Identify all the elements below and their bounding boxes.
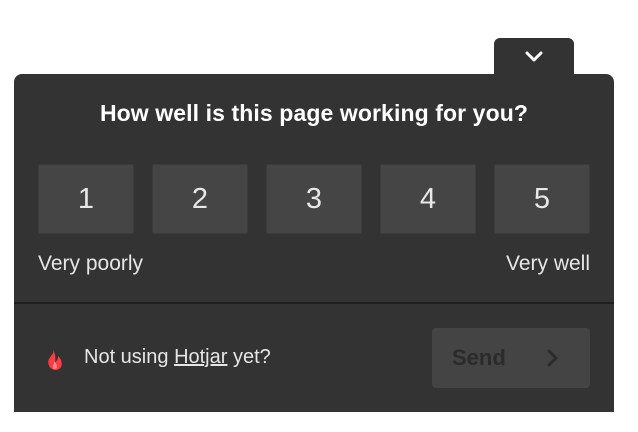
- footer-promo: Not using Hotjar yet?: [84, 346, 271, 369]
- footer-divider: [14, 302, 614, 304]
- chevron-down-icon: [525, 51, 543, 62]
- footer-suffix: yet?: [232, 346, 271, 368]
- rating-button-1[interactable]: 1: [38, 164, 134, 234]
- footer-prefix: Not using: [84, 346, 169, 368]
- scale-high-label: Very well: [505, 252, 590, 275]
- hotjar-link[interactable]: Hotjar: [174, 346, 227, 368]
- hotjar-flame-icon: [48, 349, 62, 370]
- collapse-widget-button[interactable]: [494, 38, 574, 78]
- rating-button-4[interactable]: 4: [380, 164, 476, 234]
- rating-button-2[interactable]: 2: [152, 164, 248, 234]
- rating-scale: 1 2 3 4 5: [38, 164, 590, 234]
- chevron-right-icon: [547, 349, 558, 367]
- send-button[interactable]: Send: [432, 328, 590, 388]
- scale-low-label: Very poorly: [38, 252, 144, 275]
- rating-button-3[interactable]: 3: [266, 164, 362, 234]
- feedback-question: How well is this page working for you?: [99, 100, 529, 126]
- rating-button-5[interactable]: 5: [494, 164, 590, 234]
- send-button-label: Send: [452, 345, 506, 370]
- page: How well is this page working for you? 1…: [0, 0, 638, 432]
- feedback-widget: How well is this page working for you? 1…: [14, 74, 614, 412]
